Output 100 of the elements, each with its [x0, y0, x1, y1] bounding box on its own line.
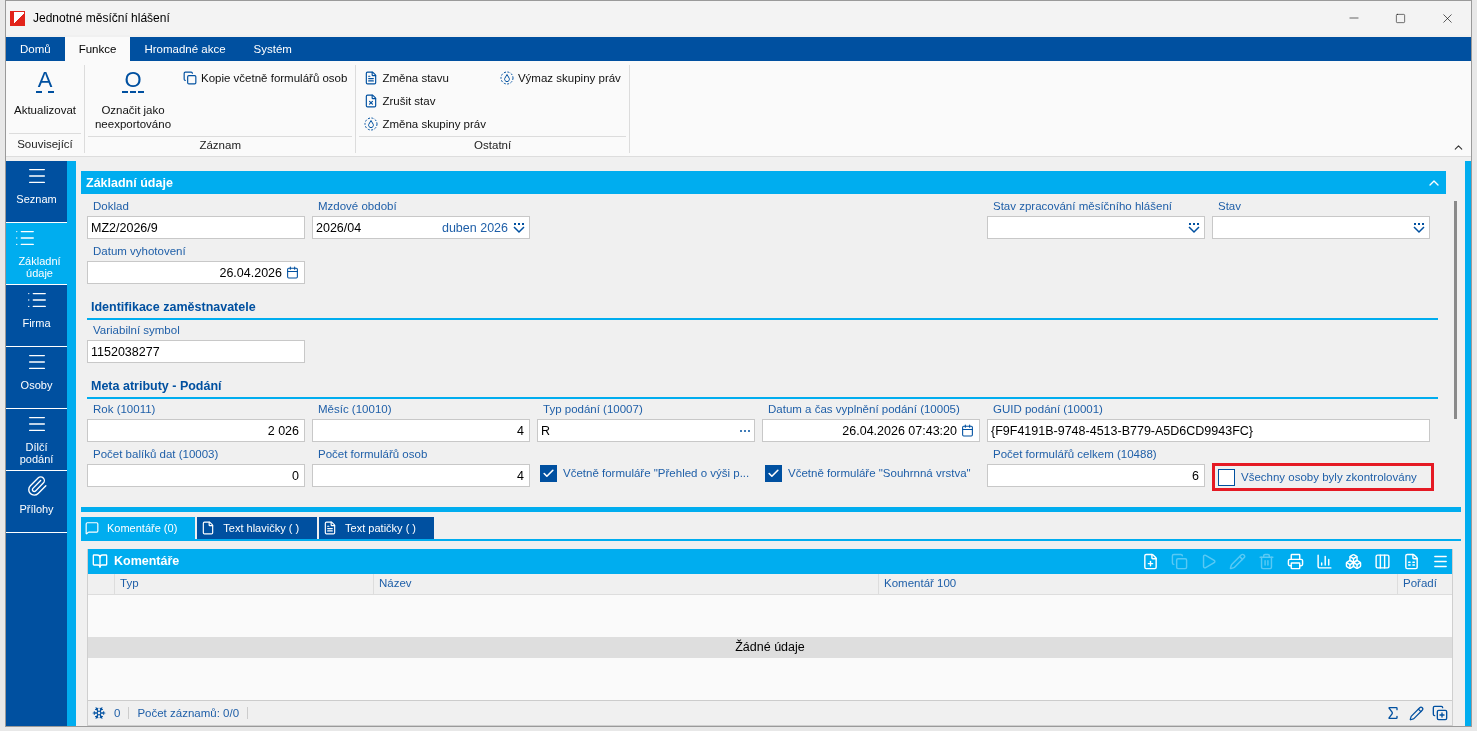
field-label: GUID podání (10001) — [992, 403, 1104, 417]
checkbox[interactable] — [540, 464, 557, 482]
input-field[interactable]: 2026/04 duben 2026 — [312, 216, 530, 239]
input-field[interactable]: 4 — [312, 464, 530, 487]
ribbon-button[interactable]: Kopie včetně formulářů osob — [181, 67, 350, 89]
field-value: 0 — [291, 468, 299, 483]
field-label: Rok (10011) — [92, 403, 157, 417]
document-icon — [323, 520, 338, 535]
field-label: Měsíc (10010) — [317, 403, 393, 417]
check-icon — [767, 466, 780, 480]
tab[interactable]: Text hlavičky ( ) — [197, 516, 318, 539]
field-value: 6 — [1191, 468, 1199, 483]
dropdown-field[interactable] — [1212, 216, 1430, 239]
input-field[interactable]: 0 — [87, 464, 305, 487]
ribbon-button[interactable]: Změna stavu — [362, 67, 488, 89]
document-cross-icon — [364, 94, 379, 108]
field-label: Datum vyhotovení — [92, 245, 187, 259]
ribbon-button[interactable]: O Označit jako neexportováno — [91, 65, 175, 136]
ribbon-group-label: Ostatní — [359, 136, 626, 153]
field-value: 2026/04 — [316, 220, 363, 235]
field-value: {F9F4191B-9748-4513-B779-A5D6CD9943FC} — [991, 423, 1254, 438]
checkbox-label: Včetně formuláře "Souhrnná vrstva" — [788, 467, 971, 479]
checkbox[interactable] — [765, 464, 782, 482]
section-heading: Identifikace zaměstnavatele — [87, 290, 1438, 320]
input-field[interactable]: MZ2/2026/9 — [87, 216, 305, 239]
scrollbar-thumb[interactable] — [1453, 201, 1457, 419]
checkbox-label: Všechny osoby byly zkontrolovány — [1241, 471, 1417, 483]
field-value: R — [541, 423, 552, 438]
ribbon-tab[interactable]: Funkce — [64, 37, 131, 61]
empty-message: Žádné údaje — [88, 636, 1452, 658]
comment-icon — [85, 520, 99, 535]
ribbon-button[interactable]: A Aktualizovat — [12, 65, 78, 133]
field-value: 2 026 — [266, 423, 299, 438]
calendar-icon[interactable] — [961, 424, 974, 437]
app-logo — [10, 10, 25, 26]
pencil-icon[interactable] — [1409, 705, 1424, 721]
paperclip-icon — [25, 475, 48, 497]
ribbon-group-label: Související — [9, 133, 81, 153]
snowflake-icon[interactable] — [92, 706, 106, 720]
maximize-icon[interactable] — [1395, 12, 1406, 24]
ribbon-tab[interactable]: Domů — [6, 37, 65, 61]
ribbon-button[interactable]: Změna skupiny práv — [362, 113, 488, 135]
field-label: Mzdové období — [317, 200, 398, 214]
input-field[interactable]: R — [537, 419, 755, 442]
field-value: 4 — [516, 468, 524, 483]
dropdown-field[interactable] — [987, 216, 1205, 239]
field-value: MZ2/2026/9 — [91, 220, 159, 235]
sum-icon[interactable] — [1385, 705, 1401, 721]
field-label: Variabilní symbol — [92, 324, 181, 338]
checkbox[interactable] — [1218, 468, 1235, 486]
field-label: Počet balíků dat (10003) — [92, 448, 220, 462]
panel-title: Základní údaje — [86, 175, 173, 190]
document-icon — [201, 520, 216, 535]
field-value: 26.04.2026 07:43:20 — [841, 423, 957, 438]
input-field[interactable]: {F9F4191B-9748-4513-B779-A5D6CD9943FC} — [987, 419, 1430, 442]
ribbon-tab[interactable]: Systém — [239, 37, 306, 61]
column-header[interactable]: Název — [373, 573, 878, 594]
input-field[interactable]: 4 — [312, 419, 530, 442]
check-icon — [542, 466, 555, 480]
period-note: duben 2026 — [441, 220, 508, 235]
dropdown-icon[interactable] — [1187, 221, 1201, 234]
input-field[interactable]: 1152038277 — [87, 340, 305, 363]
input-field[interactable]: 2 026 — [87, 419, 305, 442]
input-field[interactable]: 6 — [987, 464, 1205, 487]
copy-icon — [183, 71, 197, 85]
dropdown-icon[interactable] — [1412, 221, 1426, 234]
ribbon-button[interactable]: Výmaz skupiny práv — [497, 67, 623, 89]
ellipsis-icon[interactable] — [739, 428, 751, 433]
add-record-icon[interactable] — [1432, 705, 1448, 721]
grid-title: Komentáře — [114, 554, 181, 569]
window-title: Jednotné měsíční hlášení — [33, 11, 170, 25]
book-icon — [92, 553, 108, 570]
field-label: Počet formulářů osob — [317, 448, 429, 462]
field-value: 1152038277 — [91, 344, 161, 359]
column-header[interactable]: Typ — [114, 573, 373, 594]
field-label: Stav — [1217, 200, 1242, 214]
field-label: Datum a čas vyplnění podání (10005) — [767, 403, 961, 417]
field-label: Doklad — [92, 200, 130, 214]
field-value: 26.04.2026 — [218, 265, 282, 280]
field-label: Typ podání (10007) — [542, 403, 644, 417]
droplet-circle-icon — [364, 117, 379, 131]
input-field[interactable]: 26.04.2026 — [87, 261, 305, 284]
field-label: Stav zpracování měsíčního hlášení — [992, 200, 1173, 214]
ribbon-tab[interactable]: Hromadné akce — [130, 37, 240, 61]
column-header[interactable]: Komentář 100 — [878, 573, 1397, 594]
column-header[interactable]: Pořadí — [1397, 573, 1442, 594]
ribbon-button[interactable]: Zrušit stav — [362, 90, 488, 112]
document-icon — [364, 71, 379, 85]
checkbox-label: Včetně formuláře "Přehled o výši p... — [563, 467, 750, 479]
tab[interactable]: Text patičky ( ) — [319, 516, 434, 539]
filter-count: 0 — [114, 707, 130, 719]
calendar-icon[interactable] — [286, 266, 299, 279]
dropdown-icon[interactable] — [512, 221, 526, 234]
ribbon-group-label: Záznam — [88, 136, 353, 153]
record-count: Počet záznamů: 0/0 — [137, 707, 249, 719]
droplet-circle-icon — [499, 71, 514, 85]
field-label: Počet formulářů celkem (10488) — [992, 448, 1158, 462]
section-heading: Meta atributy - Podání — [87, 369, 1438, 399]
input-field[interactable]: 26.04.2026 07:43:20 — [762, 419, 980, 442]
field-value: 4 — [516, 423, 524, 438]
